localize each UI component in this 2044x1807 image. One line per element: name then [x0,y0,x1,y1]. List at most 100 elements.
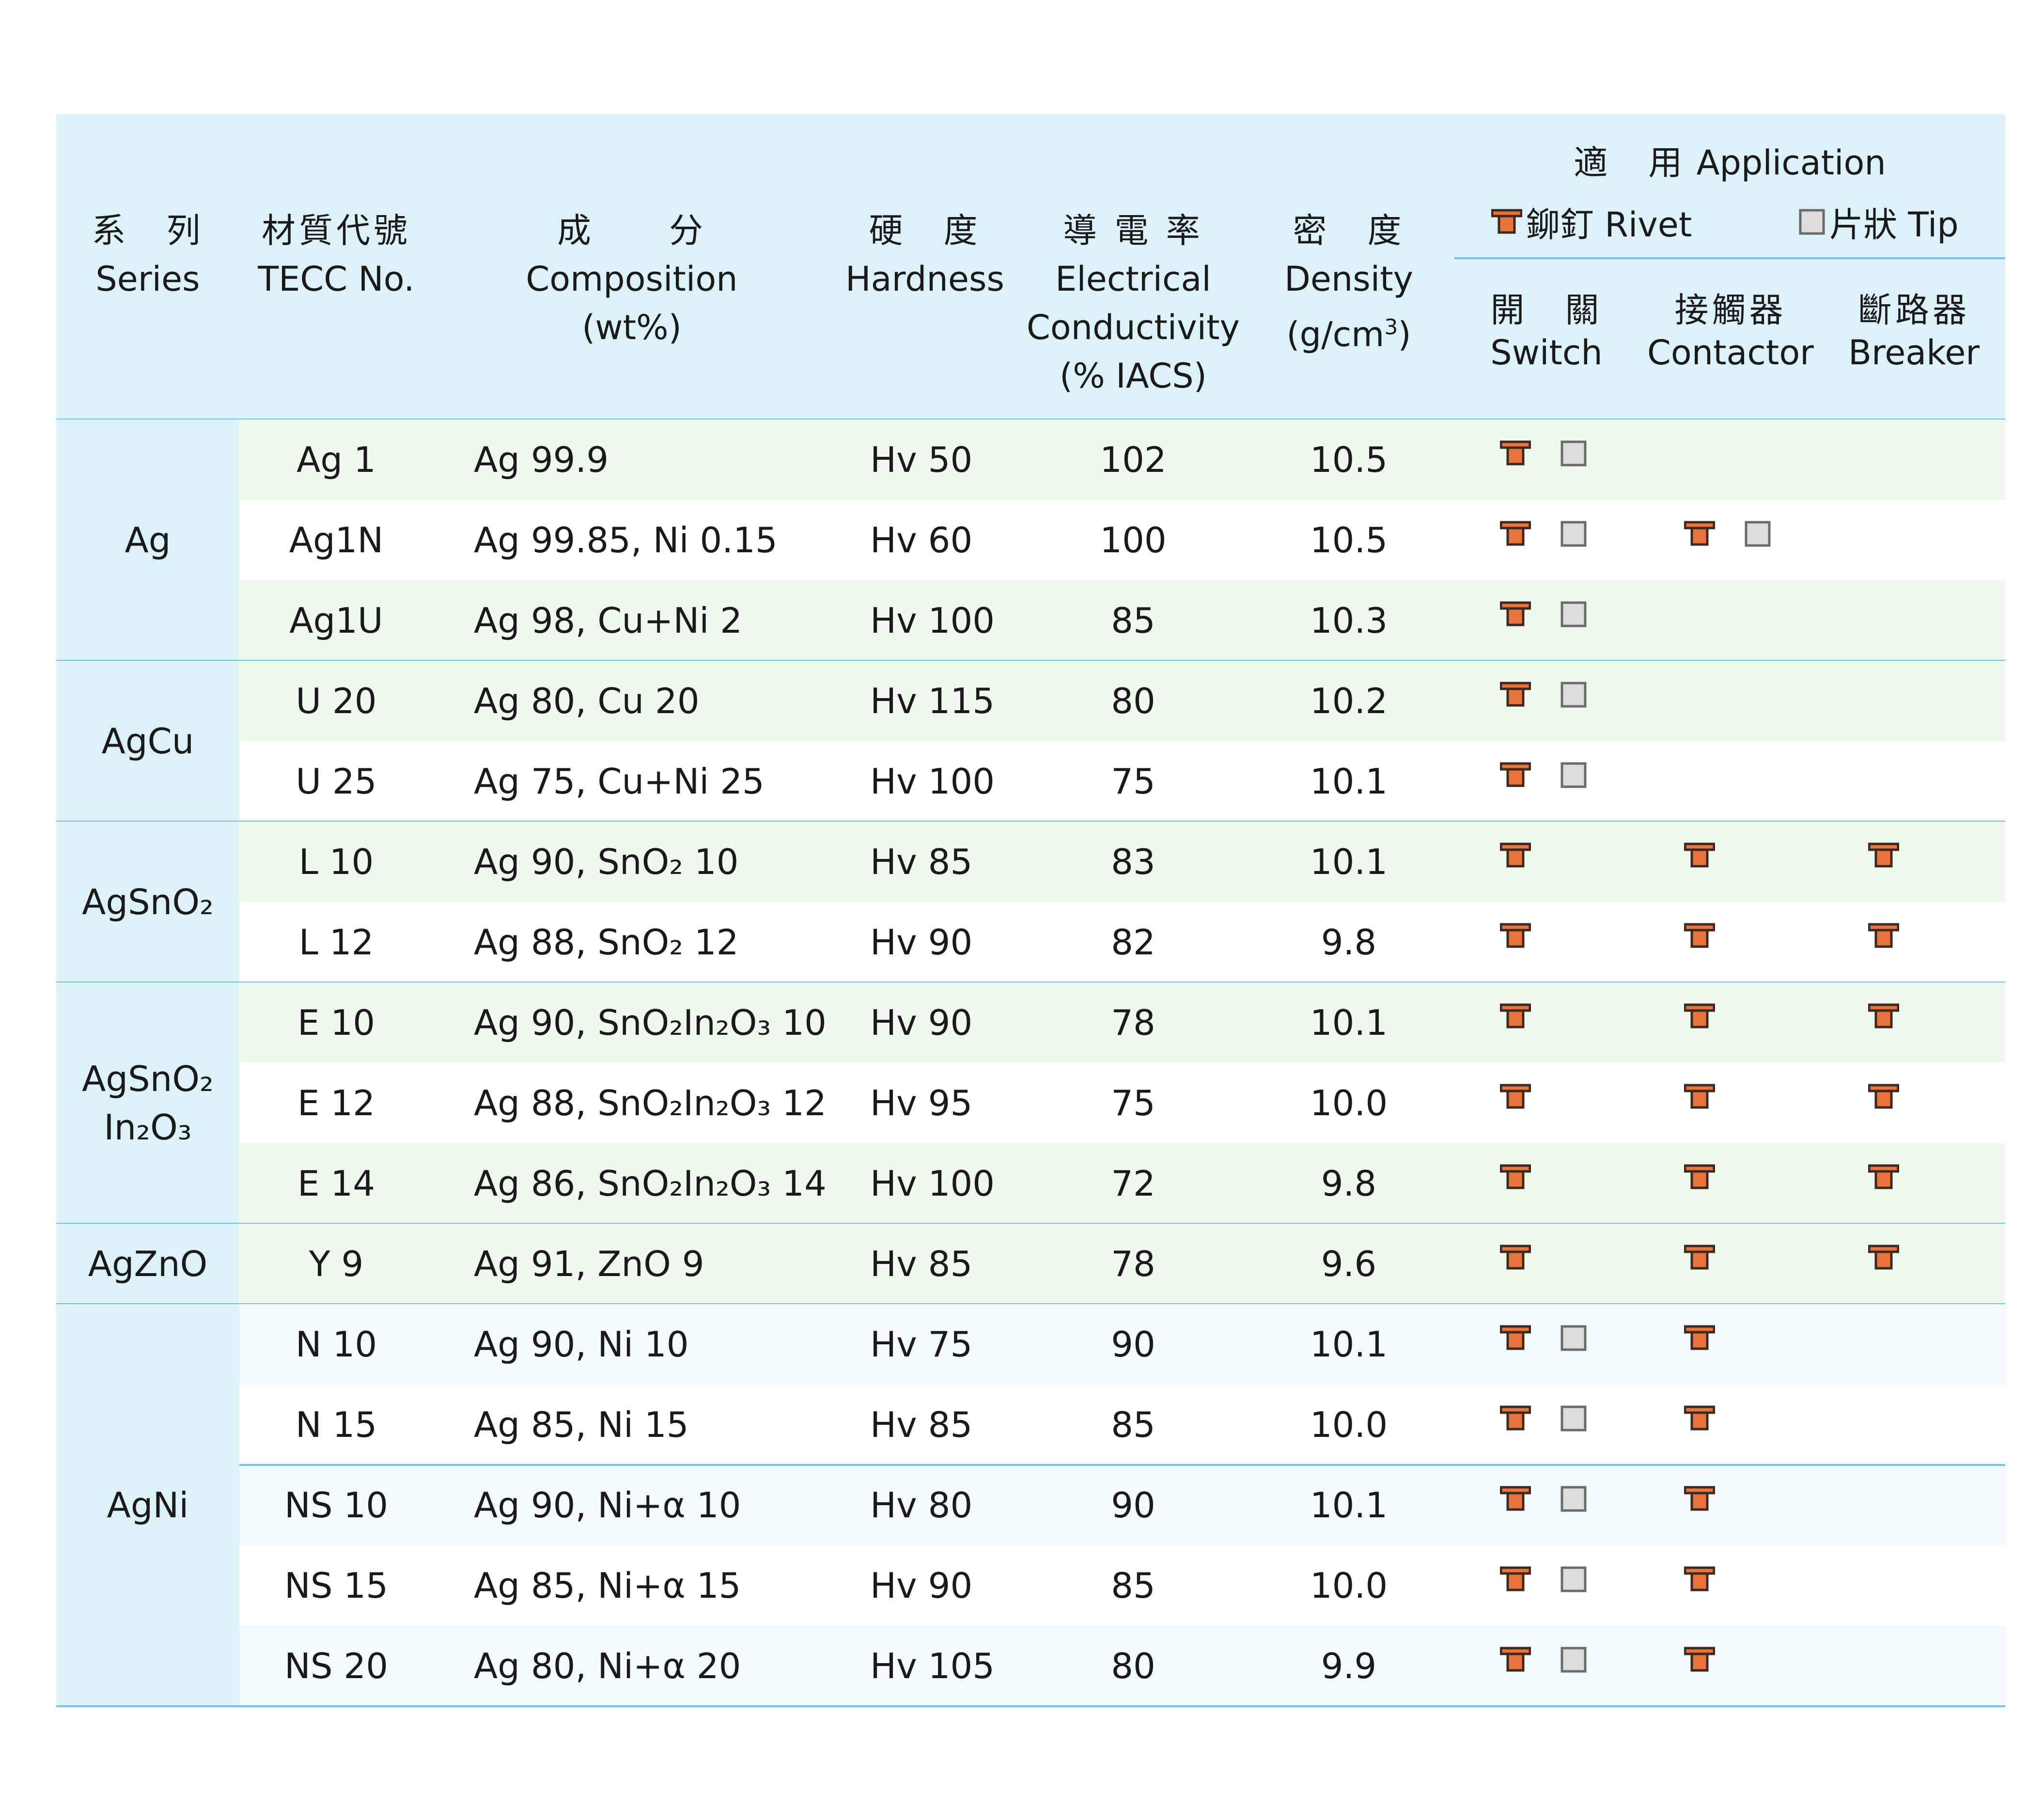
density-cell: 10.1 [1310,841,1388,882]
breaker-application-cell [1868,921,1899,950]
density-cell: 9.6 [1321,1244,1377,1284]
tecc-cell: E 12 [297,1083,375,1123]
series-cell: AgZnO [56,1224,239,1304]
composition-cell: Ag 75, Cu+Ni 25 [474,761,765,802]
rivet-icon [1500,1324,1531,1352]
header-conductivity: 導 電 率 Electrical Conductivity (% IACS) [1019,206,1247,400]
contactor-application-cell [1684,1645,1715,1674]
header-series: 系 列 Series [56,206,239,303]
switch-application-cell [1500,439,1587,468]
conductivity-cell: 85 [1111,600,1155,641]
breaker-application-cell [1868,1243,1899,1272]
contactor-application-cell [1684,921,1715,950]
tecc-cell: Ag1N [289,520,384,561]
rivet-icon [1500,762,1531,789]
subgroup-rule [239,1464,2005,1466]
composition-cell: Ag 90, Ni+α 10 [474,1485,741,1526]
switch-application-cell [1500,1324,1587,1353]
composition-cell: Ag 80, Cu 20 [474,681,700,721]
contactor-application-cell [1684,1002,1715,1031]
tip-icon [1560,601,1587,628]
rivet-icon [1684,1244,1715,1271]
conductivity-cell: 83 [1111,841,1155,882]
rivet-icon [1684,842,1715,869]
switch-application-cell [1500,1082,1531,1111]
header-contactor-zh: 接觸器 [1674,290,1787,330]
header-application-zh: 適 用 [1574,143,1686,183]
conductivity-cell: 78 [1111,1244,1155,1284]
header-switch: 開 關 Switch [1454,289,1638,374]
hardness-cell: Hv 80 [870,1485,973,1526]
header-density: 密 度 Density (g/cm3) [1247,206,1451,358]
rivet-icon [1500,1244,1531,1271]
tip-icon [1560,1485,1587,1512]
header-breaker-zh: 斷路器 [1858,290,1970,330]
density-cell: 9.8 [1321,922,1377,963]
header-breaker-en: Breaker [1848,333,1980,373]
header-switch-zh: 開 關 [1490,290,1603,330]
tip-icon [1560,520,1587,547]
hardness-cell: Hv 75 [870,1324,973,1365]
density-cell: 10.3 [1310,600,1388,641]
hardness-cell: Hv 60 [870,520,973,561]
contactor-application-cell [1684,1404,1715,1433]
rivet-icon [1500,922,1531,950]
conductivity-cell: 75 [1111,761,1155,802]
density-cell: 10.5 [1310,520,1388,561]
composition-cell: Ag 80, Ni+α 20 [474,1646,741,1686]
hardness-cell: Hv 100 [870,761,995,802]
series-cell: AgSnO₂ [56,822,239,982]
legend-tip: 片狀 Tip [1798,198,1959,246]
composition-cell: Ag 98, Cu+Ni 2 [474,600,743,641]
header-tecc-zh: 材質代號 [262,211,411,250]
header-composition-unit: (wt%) [582,308,682,347]
composition-cell: Ag 91, ZnO 9 [474,1244,704,1284]
series-cell: AgNi [56,1304,239,1706]
legend-rivet: 鉚釘 Rivet [1491,198,1692,246]
density-cell: 9.8 [1321,1163,1377,1204]
switch-application-cell [1500,1645,1587,1674]
hardness-cell: Hv 85 [870,841,973,882]
table-header: 系 列 Series 材質代號 TECC No. 成 分 Composition… [56,114,2005,421]
rivet-icon [1500,440,1531,467]
series-cell: AgCu [56,661,239,822]
rivet-icon [1684,1485,1715,1512]
hardness-cell: Hv 85 [870,1404,973,1445]
rivet-icon [1684,520,1715,547]
conductivity-cell: 72 [1111,1163,1155,1204]
composition-cell: Ag 88, SnO₂In₂O₃ 12 [474,1083,827,1123]
table-body: Ag Ag 1 Ag 99.9 Hv 50 102 10.5 Ag1N Ag 99.85, N… [56,420,2005,1721]
tecc-cell: N 10 [295,1324,377,1365]
switch-application-cell [1500,1163,1531,1192]
density-cell: 10.1 [1310,1324,1388,1365]
rivet-icon [1500,681,1531,708]
conductivity-cell: 90 [1111,1324,1155,1365]
switch-application-cell [1500,600,1587,629]
header-conductivity-en2: Conductivity [1027,308,1240,347]
hardness-cell: Hv 100 [870,1163,995,1204]
legend-tip-label: 片狀 Tip [1829,204,1959,245]
header-conductivity-en1: Electrical [1055,259,1211,299]
switch-application-cell [1500,761,1587,790]
switch-application-cell [1500,841,1531,870]
rivet-icon [1500,1003,1531,1030]
tecc-cell: U 25 [296,761,377,802]
tip-icon [1798,208,1826,235]
header-contactor-en: Contactor [1647,333,1814,373]
tip-icon [1744,520,1771,547]
tip-icon [1560,440,1587,467]
density-cell: 10.1 [1310,1485,1388,1526]
rivet-icon [1500,842,1531,869]
hardness-cell: Hv 100 [870,600,995,641]
conductivity-cell: 85 [1111,1565,1155,1606]
conductivity-cell: 102 [1100,439,1167,480]
rivet-icon [1868,1003,1899,1030]
tip-icon [1560,681,1587,708]
switch-application-cell [1500,680,1587,709]
header-breaker: 斷路器 Breaker [1823,289,2005,374]
conductivity-cell: 80 [1111,681,1155,721]
rivet-icon [1684,1405,1715,1432]
header-hardness-zh: 硬 度 [869,211,981,250]
header-conductivity-zh: 導 電 率 [1063,211,1203,250]
header-composition-zh: 成 分 [557,211,706,250]
